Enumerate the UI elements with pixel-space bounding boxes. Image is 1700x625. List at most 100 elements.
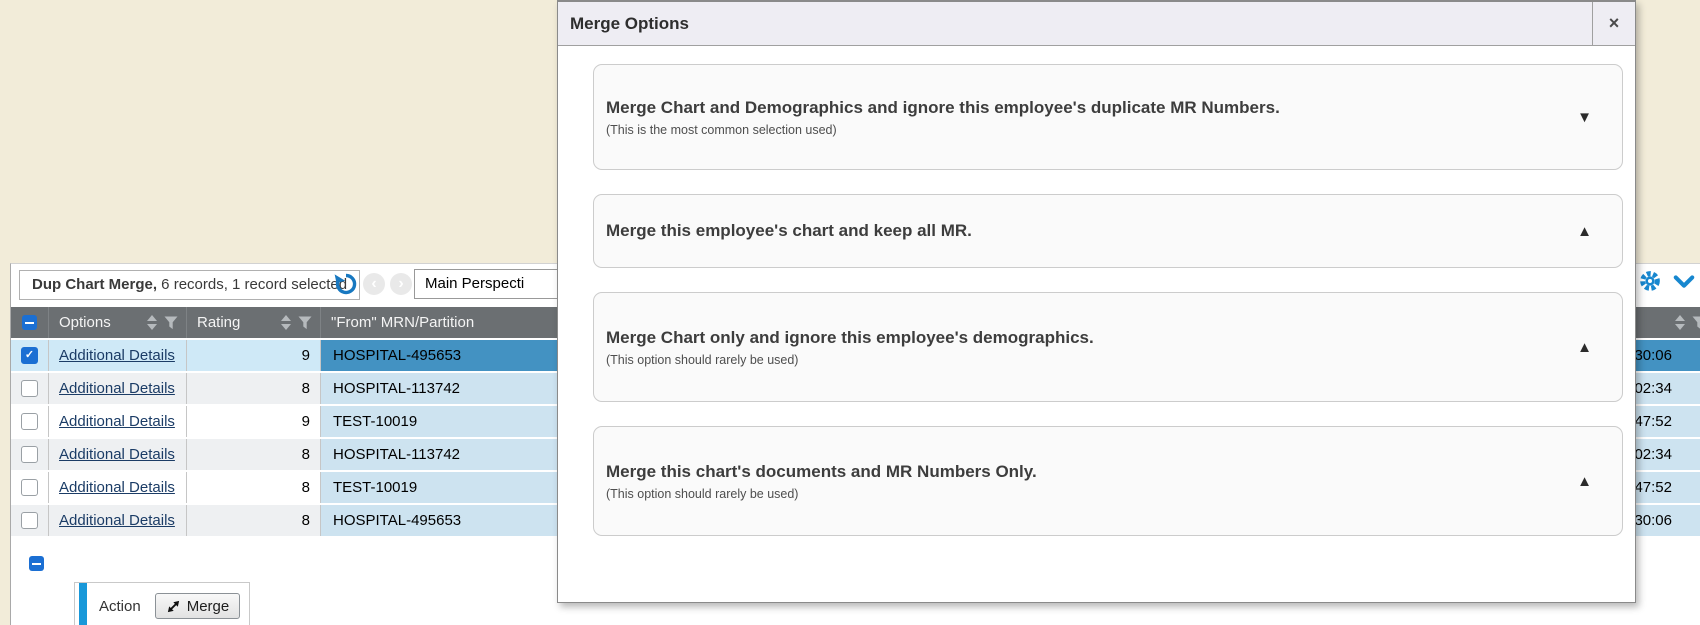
mrn-value: HOSPITAL-113742 bbox=[333, 446, 460, 463]
row-checkbox[interactable] bbox=[21, 512, 38, 529]
rating-value: 8 bbox=[302, 380, 310, 397]
additional-details-link[interactable]: Additional Details bbox=[59, 347, 175, 364]
option-title: Merge this employee's chart and keep all… bbox=[606, 221, 1577, 241]
grid-record-count: 6 records, 1 record selected bbox=[157, 276, 347, 293]
additional-details-link[interactable]: Additional Details bbox=[59, 413, 175, 430]
select-all-header-cell bbox=[11, 307, 49, 338]
rating-cell: 8 bbox=[187, 472, 321, 503]
expand-arrow-icon[interactable]: ▲ bbox=[1577, 340, 1592, 355]
column-label: Rating bbox=[197, 314, 240, 331]
mrn-value: HOSPITAL-495653 bbox=[333, 512, 461, 529]
row-select-cell[interactable] bbox=[11, 439, 49, 470]
column-label: Options bbox=[59, 314, 111, 331]
option-text: Merge this chart's documents and MR Numb… bbox=[606, 462, 1577, 501]
time-value: 02:34 bbox=[1634, 446, 1672, 463]
time-value: 30:06 bbox=[1634, 512, 1672, 529]
rating-cell: 8 bbox=[187, 439, 321, 470]
option-text: Merge Chart only and ignore this employe… bbox=[606, 328, 1577, 367]
option-title: Merge this chart's documents and MR Numb… bbox=[606, 462, 1577, 482]
time-value: 47:52 bbox=[1634, 413, 1672, 430]
option-subtitle: (This option should rarely be used) bbox=[606, 353, 1577, 367]
time-value: 30:06 bbox=[1634, 347, 1672, 364]
options-cell: Additional Details bbox=[49, 406, 187, 437]
additional-details-link[interactable]: Additional Details bbox=[59, 479, 175, 496]
additional-details-link[interactable]: Additional Details bbox=[59, 512, 175, 529]
select-all-checkbox[interactable] bbox=[22, 315, 37, 330]
merge-option-keep-all-mr[interactable]: Merge this employee's chart and keep all… bbox=[593, 194, 1623, 268]
dialog-header: Merge Options × bbox=[558, 2, 1635, 46]
merge-option-chart-and-demographics[interactable]: Merge Chart and Demographics and ignore … bbox=[593, 64, 1623, 170]
expand-arrow-icon[interactable]: ▼ bbox=[1577, 110, 1592, 125]
row-select-cell[interactable] bbox=[11, 406, 49, 437]
gear-icon[interactable] bbox=[1639, 270, 1661, 292]
filter-icon[interactable] bbox=[164, 316, 178, 330]
action-panel: Action Merge bbox=[74, 582, 250, 625]
action-label: Action bbox=[99, 598, 141, 615]
row-checkbox[interactable] bbox=[21, 446, 38, 463]
option-title: Merge Chart and Demographics and ignore … bbox=[606, 98, 1577, 118]
option-subtitle: (This option should rarely be used) bbox=[606, 487, 1577, 501]
merge-option-documents-and-mr-only[interactable]: Merge this chart's documents and MR Numb… bbox=[593, 426, 1623, 536]
row-checkbox[interactable] bbox=[21, 380, 38, 397]
rating-value: 8 bbox=[302, 512, 310, 529]
additional-details-link[interactable]: Additional Details bbox=[59, 380, 175, 397]
sort-icon[interactable] bbox=[147, 315, 157, 330]
rating-cell: 8 bbox=[187, 373, 321, 404]
dialog-title: Merge Options bbox=[570, 14, 689, 34]
rating-value: 9 bbox=[302, 347, 310, 364]
row-checkbox[interactable] bbox=[21, 479, 38, 496]
options-cell: Additional Details bbox=[49, 472, 187, 503]
sort-icon[interactable] bbox=[1675, 315, 1685, 330]
additional-details-link[interactable]: Additional Details bbox=[59, 446, 175, 463]
option-subtitle: (This is the most common selection used) bbox=[606, 123, 1577, 137]
time-value: 02:34 bbox=[1634, 380, 1672, 397]
row-select-cell[interactable] bbox=[11, 373, 49, 404]
mrn-value: HOSPITAL-113742 bbox=[333, 380, 460, 397]
rating-value: 9 bbox=[302, 413, 310, 430]
sort-icon[interactable] bbox=[281, 315, 291, 330]
rating-cell: 8 bbox=[187, 505, 321, 536]
close-icon[interactable]: × bbox=[1592, 2, 1635, 45]
time-value: 47:52 bbox=[1634, 479, 1672, 496]
merge-arrows-icon bbox=[166, 599, 181, 614]
column-label: "From" MRN/Partition bbox=[331, 314, 474, 331]
row-checkbox[interactable] bbox=[21, 413, 38, 430]
mrn-value: HOSPITAL-495653 bbox=[333, 347, 461, 364]
option-text: Merge this employee's chart and keep all… bbox=[606, 221, 1577, 241]
action-accent-bar bbox=[79, 583, 87, 625]
row-select-cell[interactable] bbox=[11, 340, 49, 371]
options-cell: Additional Details bbox=[49, 505, 187, 536]
row-select-cell[interactable] bbox=[11, 505, 49, 536]
application-window: Dup Chart Merge, 6 records, 1 record sel… bbox=[0, 0, 1700, 625]
merge-button[interactable]: Merge bbox=[155, 593, 241, 619]
next-record-icon[interactable]: › bbox=[390, 273, 412, 295]
mrn-value: TEST-10019 bbox=[333, 479, 417, 496]
merge-options-dialog: Merge Options × Merge Chart and Demograp… bbox=[557, 0, 1636, 603]
row-select-cell[interactable] bbox=[11, 472, 49, 503]
dialog-body: Merge Chart and Demographics and ignore … bbox=[558, 46, 1635, 602]
grid-summary: Dup Chart Merge, 6 records, 1 record sel… bbox=[19, 270, 360, 300]
filter-icon[interactable] bbox=[1692, 316, 1700, 330]
select-all-checkbox-bottom[interactable] bbox=[29, 556, 44, 571]
rating-cell: 9 bbox=[187, 406, 321, 437]
column-header-rating[interactable]: Rating bbox=[187, 307, 321, 338]
expand-arrow-icon[interactable]: ▲ bbox=[1577, 474, 1592, 489]
expand-arrow-icon[interactable]: ▲ bbox=[1577, 224, 1592, 239]
rating-value: 8 bbox=[302, 446, 310, 463]
merge-option-chart-only[interactable]: Merge Chart only and ignore this employe… bbox=[593, 292, 1623, 402]
filter-icon[interactable] bbox=[298, 316, 312, 330]
column-header-options[interactable]: Options bbox=[49, 307, 187, 338]
options-cell: Additional Details bbox=[49, 439, 187, 470]
merge-button-label: Merge bbox=[187, 598, 230, 615]
mrn-value: TEST-10019 bbox=[333, 413, 417, 430]
option-text: Merge Chart and Demographics and ignore … bbox=[606, 98, 1577, 137]
rating-value: 8 bbox=[302, 479, 310, 496]
row-checkbox[interactable] bbox=[21, 347, 38, 364]
refresh-undo-icon[interactable] bbox=[333, 271, 359, 297]
chevron-down-icon[interactable] bbox=[1673, 274, 1695, 290]
option-title: Merge Chart only and ignore this employe… bbox=[606, 328, 1577, 348]
options-cell: Additional Details bbox=[49, 373, 187, 404]
prev-record-icon[interactable]: ‹ bbox=[363, 273, 385, 295]
rating-cell: 9 bbox=[187, 340, 321, 371]
select-all-footer bbox=[29, 556, 44, 571]
